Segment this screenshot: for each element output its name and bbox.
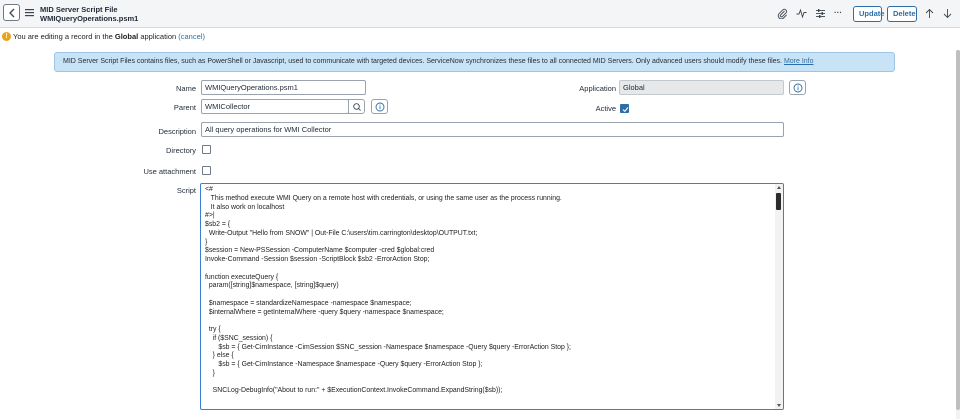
active-checkbox[interactable] [620,104,629,113]
application-label: Application [579,84,616,93]
scroll-down-arrow-icon[interactable] [777,404,781,407]
application-field: Global [619,80,784,95]
banner-text: MID Server Script Files contains files, … [63,58,784,65]
parent-lookup-button[interactable] [348,99,365,114]
use-attachment-label: Use attachment [143,167,196,176]
record-title: MID Server Script File WMIQueryOperation… [40,5,138,23]
editor-scroll-thumb[interactable] [776,193,781,210]
context-menu-icon[interactable] [25,8,34,17]
name-label: Name [175,84,196,93]
script-editor[interactable]: <# This method execute WMI Query on a re… [200,183,784,410]
more-options-button[interactable]: ··· [834,8,842,17]
settings-sliders-icon[interactable] [815,8,826,19]
page-scrollbar[interactable] [956,50,960,419]
notice-scope: Global [114,32,139,41]
parent-info-button[interactable] [371,99,388,114]
update-button[interactable]: Update [853,6,884,22]
checkmark-icon [622,107,629,113]
delete-button[interactable]: Delete [887,6,917,22]
info-icon [793,83,803,93]
description-label: Description [158,127,196,136]
arrow-down-icon[interactable] [942,8,953,19]
directory-label: Directory [165,146,196,155]
parent-field[interactable]: WMICollector [201,99,349,114]
application-info-button[interactable] [789,80,806,95]
arrow-up-icon[interactable] [924,8,935,19]
cancel-link[interactable]: (cancel) [178,32,205,41]
activity-pulse-icon[interactable] [796,8,807,19]
active-label: Active [595,104,616,113]
parent-label: Parent [173,103,196,112]
use-attachment-checkbox[interactable] [202,166,211,175]
search-icon [353,103,361,111]
scroll-up-arrow-icon[interactable] [777,186,781,189]
description-field[interactable]: All query operations for WMI Collector [201,122,784,137]
attachment-icon[interactable] [777,8,788,19]
info-banner: MID Server Script Files contains files, … [54,52,895,72]
warning-icon: ! [2,32,11,41]
record-display-name: WMIQueryOperations.psm1 [40,14,139,23]
page-scroll-thumb[interactable] [956,50,960,410]
info-icon [375,102,385,112]
form-header: MID Server Script File WMIQueryOperation… [0,0,960,28]
directory-checkbox[interactable] [202,145,211,154]
notice-prefix: You are editing a record in the [13,32,115,41]
script-label: Script [176,186,196,195]
editor-scrollbar[interactable] [775,184,783,409]
script-code[interactable]: <# This method execute WMI Query on a re… [205,186,775,396]
chevron-left-icon [9,8,15,18]
back-button[interactable] [3,4,20,21]
record-table-name: MID Server Script File [40,5,118,14]
name-field[interactable]: WMIQueryOperations.psm1 [201,80,366,95]
scope-notice: ! You are editing a record in the Global … [2,32,205,42]
notice-suffix: application [138,32,179,41]
more-info-link[interactable]: More Info [784,58,814,65]
